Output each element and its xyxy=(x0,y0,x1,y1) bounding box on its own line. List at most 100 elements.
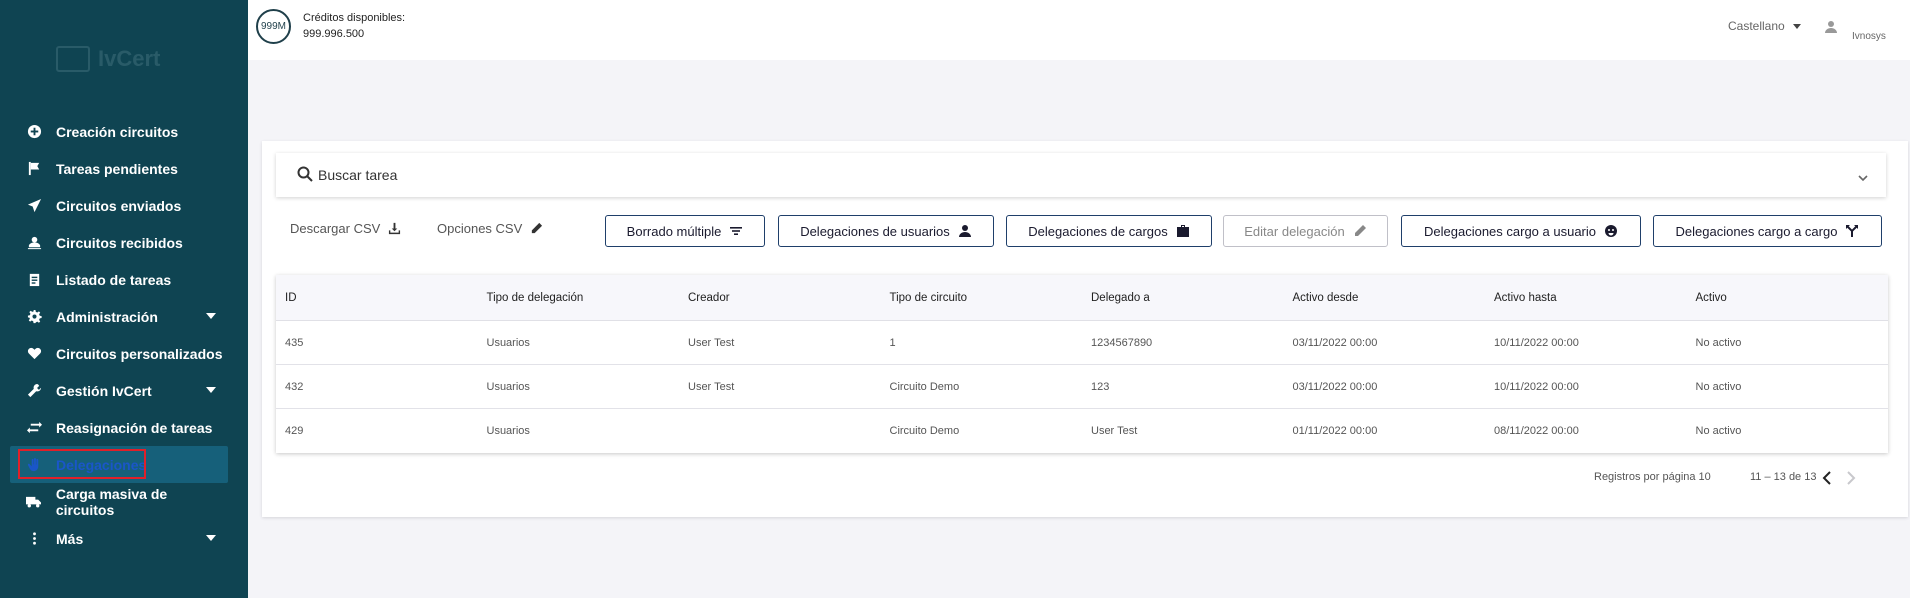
app-logo: IvCert xyxy=(56,42,196,76)
cell-delegated-to: User Test xyxy=(1091,425,1138,437)
sidebar-item-circuitos-enviados[interactable]: Circuitos enviados xyxy=(10,187,228,224)
search-bar xyxy=(276,153,1886,197)
sidebar-item-label: Creación circuitos xyxy=(56,123,179,140)
heart-icon xyxy=(26,346,42,362)
position-to-user-label: Delegaciones cargo a usuario xyxy=(1424,223,1596,239)
next-page-icon[interactable] xyxy=(1846,471,1856,485)
download-csv-label: Descargar CSV xyxy=(290,221,381,236)
position-delegations-button[interactable]: Delegaciones de cargos xyxy=(1006,215,1212,247)
briefcase-icon xyxy=(1176,225,1189,237)
sidebar-item-circuitos-personalizados[interactable]: Circuitos personalizados xyxy=(10,335,228,372)
chevron-down-icon xyxy=(206,535,216,541)
cell-id: 429 xyxy=(285,425,304,437)
pencil-icon xyxy=(1354,225,1366,236)
cell-creator: User Test xyxy=(688,336,735,349)
table-row[interactable]: 435 Usuarios User Test 1 1234567890 03/1… xyxy=(276,321,1888,365)
cell-active: No activo xyxy=(1695,336,1742,349)
more-vertical-icon xyxy=(26,531,42,547)
swap-arrows-icon xyxy=(26,420,42,436)
previous-page-icon[interactable] xyxy=(1822,471,1832,485)
sidebar-item-creacion-circuitos[interactable]: Creación circuitos xyxy=(10,113,228,150)
logo-mark-icon xyxy=(56,46,90,72)
sidebar-item-administracion[interactable]: Administración xyxy=(10,298,228,335)
sidebar-item-listado-de-tareas[interactable]: Listado de tareas xyxy=(10,261,228,298)
cell-delegation-type: Usuarios xyxy=(486,336,530,349)
cell-active-until: 10/11/2022 00:00 xyxy=(1494,336,1579,349)
selection-highlight xyxy=(18,449,146,479)
top-header: 999M Créditos disponibles: 999.996.500 C… xyxy=(248,0,1910,60)
cell-circuit-type: Circuito Demo xyxy=(889,380,960,393)
user-name[interactable]: Ivnosys xyxy=(1852,31,1886,42)
sidebar-item-label: Administración xyxy=(56,308,158,325)
sidebar-item-label: Circuitos enviados xyxy=(56,197,182,214)
sidebar-item-circuitos-recibidos[interactable]: Circuitos recibidos xyxy=(10,224,228,261)
download-icon xyxy=(389,222,401,235)
edit-delegation-label: Editar delegación xyxy=(1244,223,1345,239)
sidebar-item-gestion-ivcert[interactable]: Gestión IvCert xyxy=(10,372,228,409)
csv-options-link[interactable]: Opciones CSV xyxy=(437,221,543,236)
user-delegations-label: Delegaciones de usuarios xyxy=(800,223,950,239)
cell-id: 432 xyxy=(285,380,304,393)
sidebar-item-label: Circuitos personalizados xyxy=(56,345,223,362)
plus-circle-icon xyxy=(26,124,42,140)
sidebar-item-label: Circuitos recibidos xyxy=(56,234,183,251)
sidebar-item-reasignacion-de-tareas[interactable]: Reasignación de tareas xyxy=(10,409,228,446)
user-delegations-button[interactable]: Delegaciones de usuarios xyxy=(778,215,994,247)
cell-delegated-to: 123 xyxy=(1091,380,1110,393)
person-icon xyxy=(958,225,971,237)
credits-label: Créditos disponibles: xyxy=(303,12,406,24)
inbox-user-icon xyxy=(26,235,42,251)
flag-icon xyxy=(26,161,42,177)
cell-delegation-type: Usuarios xyxy=(486,425,530,437)
sidebar-item-label: Reasignación de tareas xyxy=(56,419,213,436)
chevron-down-icon xyxy=(206,313,216,319)
sidebar-item-mas[interactable]: Más xyxy=(10,520,228,557)
user-icon[interactable] xyxy=(1824,20,1838,34)
column-header-circuit-type[interactable]: Tipo de circuito xyxy=(881,292,1083,304)
bulk-delete-label: Borrado múltiple xyxy=(626,223,722,239)
chevron-down-icon xyxy=(1792,23,1801,29)
pagination-range: 11 – 13 de 13 xyxy=(1750,471,1817,483)
cell-delegation-type: Usuarios xyxy=(486,380,530,393)
credits-badge: 999M xyxy=(256,9,291,44)
column-header-id[interactable]: ID xyxy=(276,292,478,304)
cell-active: No activo xyxy=(1695,380,1742,393)
send-icon xyxy=(26,198,42,214)
delegations-panel: Descargar CSV Opciones CSV Borrado múlti… xyxy=(262,141,1908,517)
edit-delegation-button[interactable]: Editar delegación xyxy=(1223,215,1388,247)
cell-active-until: 08/11/2022 00:00 xyxy=(1494,425,1579,437)
position-delegations-label: Delegaciones de cargos xyxy=(1028,223,1168,239)
position-to-position-delegations-button[interactable]: Delegaciones cargo a cargo xyxy=(1653,215,1882,247)
download-csv-link[interactable]: Descargar CSV xyxy=(290,221,401,236)
cell-active-from: 03/11/2022 00:00 xyxy=(1292,336,1378,349)
logo-text: IvCert xyxy=(98,46,161,71)
sidebar-item-label: Listado de tareas xyxy=(56,271,172,288)
chevron-down-icon[interactable] xyxy=(1858,170,1868,182)
chevron-down-icon xyxy=(206,387,216,393)
cell-circuit-type: 1 xyxy=(889,336,896,349)
sidebar-item-carga-masiva-de-circuitos[interactable]: Carga masiva de circuitos xyxy=(10,483,228,520)
cell-circuit-type: Circuito Demo xyxy=(889,425,960,437)
table-row[interactable]: 429 Usuarios Circuito Demo User Test 01/… xyxy=(276,409,1888,453)
column-header-delegated-to[interactable]: Delegado a xyxy=(1082,292,1284,304)
sidebar-item-label: Más xyxy=(56,530,84,547)
delegations-table: ID Tipo de delegación Creador Tipo de ci… xyxy=(276,275,1888,453)
cell-active-until: 10/11/2022 00:00 xyxy=(1494,380,1579,393)
table-row[interactable]: 432 Usuarios User Test Circuito Demo 123… xyxy=(276,365,1888,409)
column-header-delegation-type[interactable]: Tipo de delegación xyxy=(478,292,680,304)
sidebar-item-tareas-pendientes[interactable]: Tareas pendientes xyxy=(10,150,228,187)
column-header-active[interactable]: Activo xyxy=(1687,292,1889,304)
cell-active-from: 03/11/2022 00:00 xyxy=(1292,380,1378,393)
column-header-active-until[interactable]: Activo hasta xyxy=(1485,292,1687,304)
sidebar-item-delegaciones[interactable]: Delegaciones xyxy=(10,446,228,483)
language-label: Castellano xyxy=(1728,19,1785,33)
search-input[interactable] xyxy=(318,164,1818,186)
bulk-delete-button[interactable]: Borrado múltiple xyxy=(605,215,765,247)
column-header-active-from[interactable]: Activo desde xyxy=(1284,292,1486,304)
position-to-user-delegations-button[interactable]: Delegaciones cargo a usuario xyxy=(1401,215,1641,247)
csv-options-label: Opciones CSV xyxy=(437,221,523,236)
language-selector[interactable]: Castellano xyxy=(1728,19,1801,33)
rows-per-page[interactable]: Registros por página 10 xyxy=(1594,471,1711,483)
column-header-creator[interactable]: Creador xyxy=(679,292,881,304)
credits-value: 999.996.500 xyxy=(303,28,365,40)
